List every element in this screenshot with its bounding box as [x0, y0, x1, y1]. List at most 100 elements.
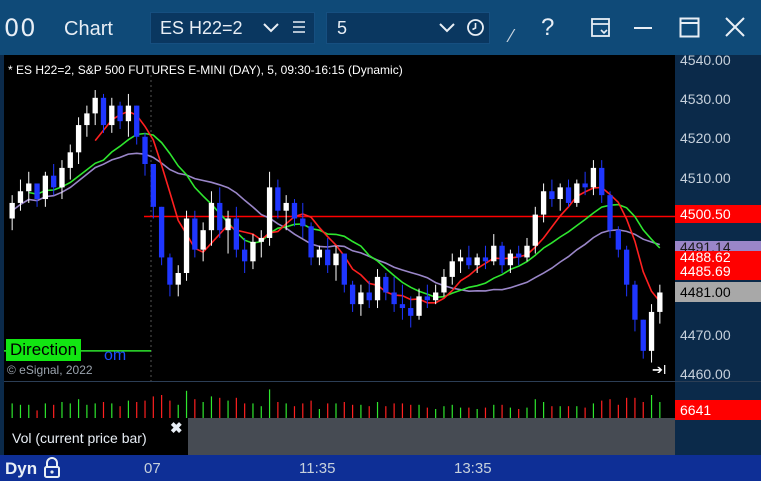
volume-bar [61, 402, 63, 418]
price-tick: 4470.00 [680, 327, 731, 343]
window-title: Chart [64, 18, 113, 40]
candle-body [333, 253, 339, 266]
price-chart[interactable] [4, 55, 675, 382]
volume-bar [426, 407, 428, 418]
time-label: 07 [144, 460, 161, 477]
volume-bar [310, 400, 312, 418]
volume-bar [443, 406, 445, 418]
cursor-icon[interactable]: ⁄ [510, 26, 513, 47]
copyright-text: © eSignal, 2022 [7, 363, 93, 377]
volume-bar [659, 402, 661, 418]
candle-body [308, 226, 314, 258]
price-tick: 4460.00 [680, 366, 731, 382]
volume-bar [277, 402, 279, 418]
candle-body [183, 218, 190, 273]
minimize-icon[interactable] [633, 18, 653, 38]
maximize-icon[interactable] [679, 17, 700, 38]
volume-bar [53, 404, 55, 418]
chevron-down-icon[interactable] [262, 18, 280, 36]
lock-icon[interactable] [43, 457, 61, 479]
candle-body [424, 296, 430, 301]
candle-body [75, 125, 82, 153]
volume-bar [69, 403, 71, 418]
candle-body [200, 230, 206, 250]
candle-body [358, 292, 364, 305]
candle-body [599, 167, 605, 196]
volume-bar [94, 403, 96, 418]
candle-body [441, 276, 447, 293]
volume-bar [202, 402, 204, 418]
candle-body [34, 183, 40, 200]
clock-icon[interactable] [466, 18, 485, 37]
volume-bar [626, 397, 628, 418]
template-icon[interactable] [590, 17, 612, 39]
volume-bar [518, 409, 520, 418]
volume-bar [210, 396, 213, 418]
volume-bar [609, 399, 611, 418]
candle-body [17, 191, 24, 203]
candle-body [399, 304, 406, 309]
candle-body [150, 164, 156, 207]
volume-bar [177, 404, 179, 418]
candle-body [258, 237, 264, 242]
candle-body [466, 257, 472, 266]
candle-body [217, 202, 223, 231]
volume-bar [260, 406, 262, 418]
volume-bar [144, 400, 146, 418]
candle-body [516, 253, 522, 258]
candle-body [125, 105, 132, 122]
close-icon[interactable] [724, 16, 746, 38]
volume-bar [567, 406, 570, 418]
volume-bar [127, 400, 130, 418]
direction-indicator-label[interactable]: Direction [6, 339, 82, 361]
time-axis[interactable] [0, 455, 761, 481]
volume-bar [576, 406, 578, 418]
price-chart-pane[interactable] [4, 55, 675, 382]
last-price-badge: 4481.00 [675, 282, 761, 302]
volume-bar [194, 399, 196, 418]
candle-body [532, 214, 538, 246]
volume-bar [244, 403, 246, 418]
link-icon[interactable]: 00 [4, 14, 37, 42]
interval-value[interactable]: 5 [337, 18, 347, 39]
price-badge-ma-slow: 4488.62 [675, 251, 761, 263]
volume-bar [44, 403, 46, 418]
candle-body [175, 273, 181, 285]
volume-bar [484, 407, 487, 418]
symbol-value[interactable]: ES H22=2 [160, 18, 243, 39]
candle-body [590, 167, 597, 188]
candle-body [117, 105, 123, 122]
candle-body [549, 191, 555, 200]
candle-body [9, 202, 15, 219]
chevron-down-icon[interactable] [438, 18, 456, 36]
volume-bar [534, 399, 536, 418]
volume-bar [86, 404, 88, 418]
volume-bar [285, 403, 287, 418]
candle-body [158, 206, 165, 258]
volume-bar [634, 397, 636, 418]
close-icon[interactable]: ✖ [170, 419, 183, 437]
candle-body [291, 202, 298, 219]
volume-bar [235, 397, 237, 418]
volume-bar [542, 402, 545, 418]
jump-to-end-icon[interactable]: ➔I [652, 362, 667, 378]
volume-bar [617, 404, 619, 418]
volume-bar [551, 406, 553, 418]
candle-body [648, 311, 655, 351]
volume-bar [169, 400, 171, 418]
list-icon[interactable] [291, 19, 307, 35]
candle-body [383, 276, 389, 293]
dynamic-mode-label[interactable]: Dyn [5, 459, 37, 479]
volume-bar [219, 397, 221, 418]
volume-bar [468, 407, 470, 418]
volume-bar [161, 395, 163, 418]
help-icon[interactable]: ? [541, 14, 554, 42]
volume-bar [493, 404, 495, 418]
candle-body [233, 218, 240, 250]
candle-body [142, 136, 148, 164]
candle-body [300, 218, 306, 227]
candle-body [416, 296, 422, 316]
volume-bar [584, 407, 586, 418]
candle-body [615, 230, 621, 250]
candle-body [507, 253, 514, 266]
